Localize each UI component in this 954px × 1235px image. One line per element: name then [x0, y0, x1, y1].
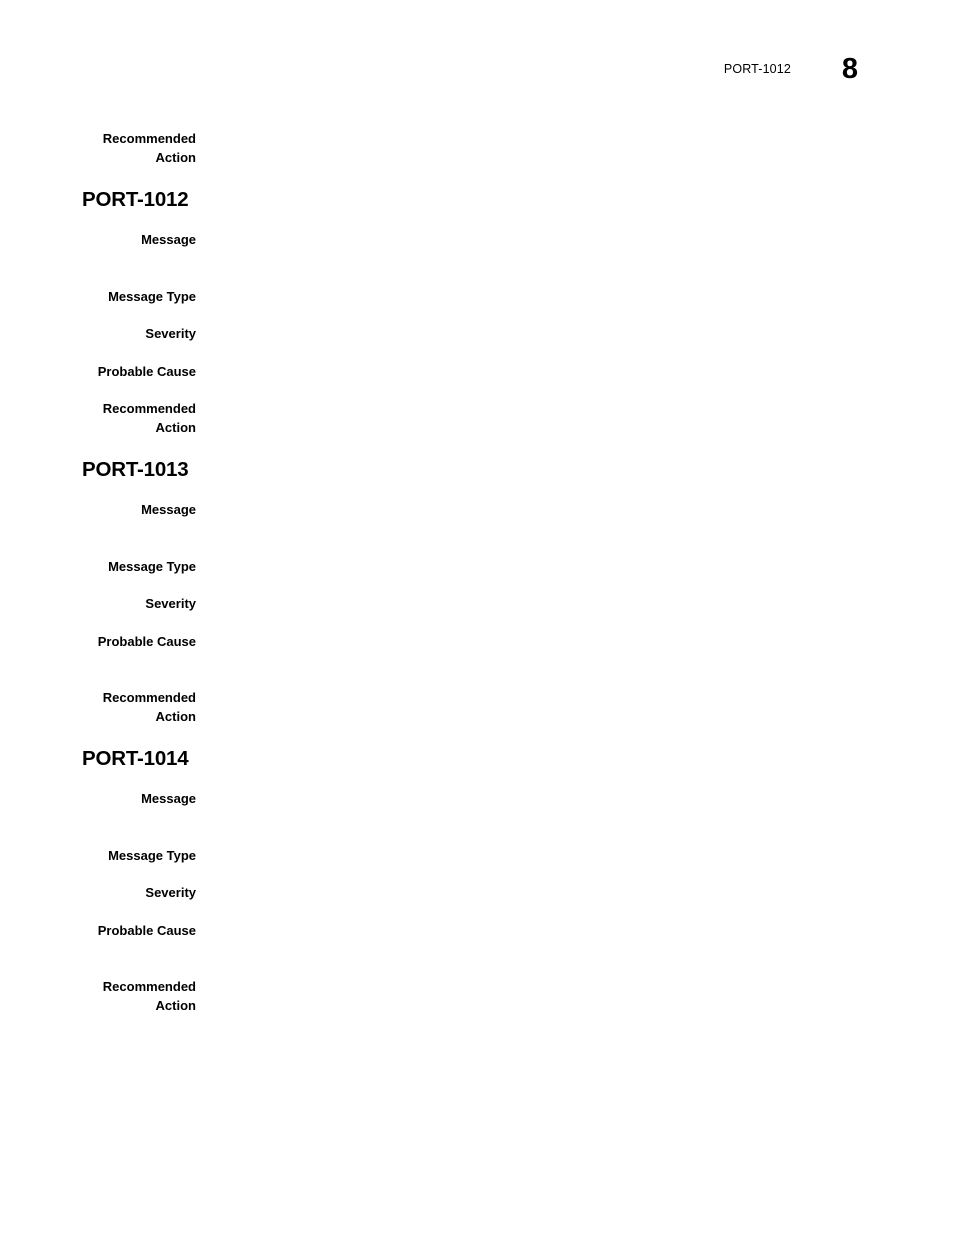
definition-row-severity: Severity: [82, 595, 872, 614]
field-label-recommended-action: Recommended Action: [102, 979, 196, 1013]
section-heading-port-1013: PORT-1013: [82, 458, 189, 481]
field-value-probable-cause: [196, 633, 872, 652]
field-label-probable-cause: Probable Cause: [97, 922, 196, 938]
field-value-recommended-action: [196, 130, 872, 149]
field-value-severity: [196, 325, 872, 344]
field-label-message-type: Message Type: [108, 847, 196, 863]
definition-row-probable-cause: Probable Cause: [82, 633, 872, 652]
definition-row-severity: Severity: [82, 325, 872, 344]
definition-row-message: Message: [82, 790, 872, 809]
page-header: PORT-1012 8: [0, 53, 954, 102]
document-page: PORT-1012 8 Recommended Action PORT-1012…: [0, 0, 954, 1235]
field-value-message: [196, 790, 872, 809]
definition-row-probable-cause: Probable Cause: [82, 363, 872, 382]
definition-row-message-type: Message Type: [82, 288, 872, 307]
definition-row-recommended-action-continued: Recommended Action: [82, 130, 872, 167]
field-label-recommended-action: Recommended Action: [102, 401, 196, 435]
definition-row-message: Message: [82, 501, 872, 520]
field-value-probable-cause: [196, 363, 872, 382]
field-label-probable-cause: Probable Cause: [97, 363, 196, 379]
field-value-severity: [196, 884, 872, 903]
field-value-message: [196, 231, 872, 250]
field-value-probable-cause: [196, 922, 872, 941]
definition-row-message-type: Message Type: [82, 847, 872, 866]
page-number: 8: [841, 53, 858, 85]
page-content: Recommended Action PORT-1012 Message Mes…: [82, 130, 872, 1015]
field-label-severity: Severity: [145, 885, 196, 900]
field-value-message-type: [196, 847, 872, 866]
definition-row-severity: Severity: [82, 884, 872, 903]
field-value-message-type: [196, 558, 872, 577]
section-heading-port-1014: PORT-1014: [82, 747, 189, 770]
field-label-recommended-action: Recommended Action: [102, 690, 196, 724]
field-label-severity: Severity: [145, 596, 196, 611]
definition-row-recommended-action: Recommended Action: [82, 400, 872, 437]
definition-row-message: Message: [82, 231, 872, 250]
field-label-message: Message: [141, 791, 196, 806]
field-label-message-type: Message Type: [108, 558, 196, 574]
definition-row-message-type: Message Type: [82, 558, 872, 577]
field-label-message-type: Message Type: [108, 288, 196, 304]
field-value-recommended-action: [196, 400, 872, 419]
definition-row-recommended-action: Recommended Action: [82, 978, 872, 1015]
field-value-message: [196, 501, 872, 520]
field-label-message: Message: [141, 232, 196, 247]
field-label-recommended-action: Recommended Action: [102, 131, 196, 165]
field-value-recommended-action: [196, 689, 872, 708]
field-value-severity: [196, 595, 872, 614]
field-label-probable-cause: Probable Cause: [97, 633, 196, 649]
section-heading-port-1012: PORT-1012: [82, 188, 189, 211]
field-label-severity: Severity: [145, 326, 196, 341]
header-section-title: PORT-1012: [723, 62, 791, 76]
field-value-recommended-action: [196, 978, 872, 997]
field-label-message: Message: [141, 502, 196, 517]
field-value-message-type: [196, 288, 872, 307]
definition-row-probable-cause: Probable Cause: [82, 922, 872, 941]
definition-row-recommended-action: Recommended Action: [82, 689, 872, 726]
